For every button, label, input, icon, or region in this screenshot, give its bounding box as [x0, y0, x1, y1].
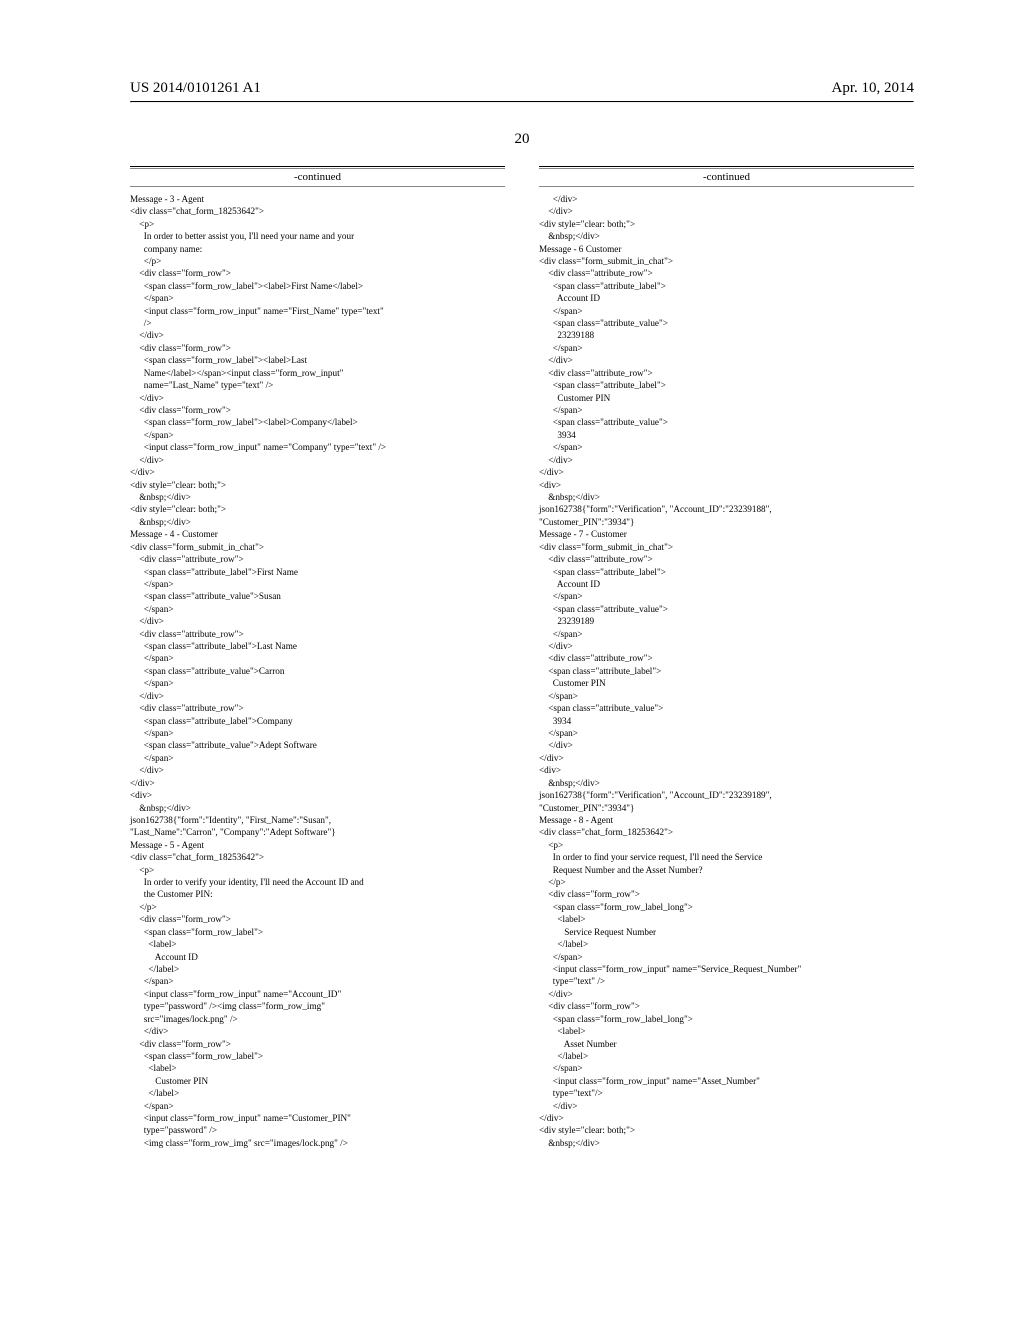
page-number: 20: [130, 131, 914, 148]
left-column: -continued Message - 3 - Agent <div clas…: [130, 166, 505, 1149]
doc-number: US 2014/0101261 A1: [130, 80, 261, 97]
header-rule: [130, 101, 914, 103]
right-column: -continued </div> </div> <div style="cle…: [539, 166, 914, 1149]
continued-header-right: -continued: [539, 166, 914, 187]
doc-date: Apr. 10, 2014: [832, 80, 915, 97]
page-header: US 2014/0101261 A1 Apr. 10, 2014: [130, 80, 914, 97]
code-listing-right: </div> </div> <div style="clear: both;">…: [539, 193, 914, 1149]
two-column-body: -continued Message - 3 - Agent <div clas…: [130, 166, 914, 1149]
code-listing-left: Message - 3 - Agent <div class="chat_for…: [130, 193, 505, 1149]
continued-header-left: -continued: [130, 166, 505, 187]
